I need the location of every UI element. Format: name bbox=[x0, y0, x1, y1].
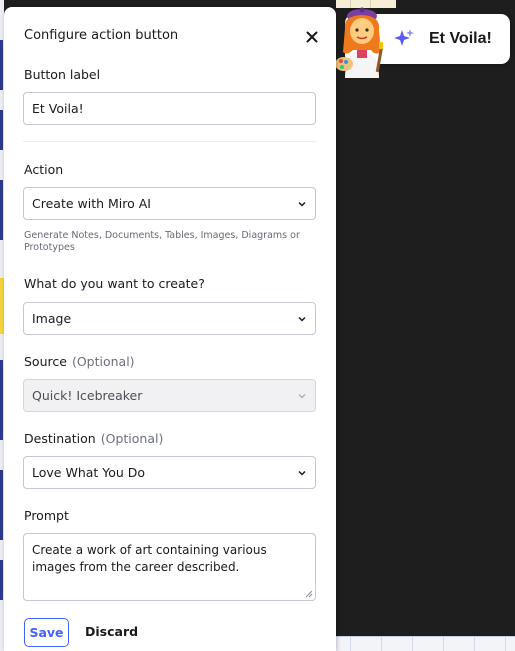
destination-label: Destination (Optional) bbox=[24, 431, 164, 446]
action-value: Create with Miro AI bbox=[32, 196, 151, 211]
destination-value: Love What You Do bbox=[32, 465, 146, 480]
divider bbox=[23, 141, 316, 142]
chevron-down-icon bbox=[298, 470, 306, 476]
close-button[interactable] bbox=[300, 25, 324, 49]
button-label-label: Button label bbox=[24, 67, 101, 82]
prompt-textarea[interactable]: Create a work of art containing various … bbox=[23, 533, 316, 601]
canvas-button-label: Et Voila! bbox=[429, 30, 492, 47]
button-label-input[interactable]: Et Voila! bbox=[23, 92, 316, 125]
panel-title: Configure action button bbox=[24, 28, 179, 43]
source-select: Quick! Icebreaker bbox=[23, 379, 316, 412]
close-icon bbox=[306, 31, 318, 43]
resize-grip-icon[interactable] bbox=[304, 589, 313, 598]
prompt-value: Create a work of art containing various … bbox=[32, 543, 267, 574]
chevron-down-icon bbox=[298, 316, 306, 322]
chevron-down-icon bbox=[298, 201, 306, 207]
configure-panel: Configure action button Button label Et … bbox=[4, 7, 336, 651]
create-value: Image bbox=[32, 311, 72, 326]
button-label-value: Et Voila! bbox=[32, 101, 84, 116]
destination-optional: (Optional) bbox=[100, 431, 164, 446]
create-label: What do you want to create? bbox=[24, 276, 205, 291]
save-button[interactable]: Save bbox=[24, 618, 69, 647]
action-helper-text: Generate Notes, Documents, Tables, Image… bbox=[24, 230, 300, 253]
destination-select[interactable]: Love What You Do bbox=[23, 456, 316, 489]
source-label: Source (Optional) bbox=[24, 354, 135, 369]
canvas-bottom-strip bbox=[336, 636, 515, 651]
chevron-down-icon bbox=[298, 394, 306, 399]
source-optional: (Optional) bbox=[71, 354, 135, 369]
sparkle-icon bbox=[394, 29, 414, 46]
prompt-label: Prompt bbox=[24, 508, 69, 523]
canvas-action-button[interactable]: Et Voila! bbox=[335, 7, 510, 78]
action-select[interactable]: Create with Miro AI bbox=[23, 187, 316, 220]
artist-emoji-icon bbox=[335, 7, 384, 78]
create-select[interactable]: Image bbox=[23, 302, 316, 335]
source-value: Quick! Icebreaker bbox=[32, 388, 143, 403]
discard-button[interactable]: Discard bbox=[85, 624, 138, 639]
action-label: Action bbox=[24, 162, 64, 177]
